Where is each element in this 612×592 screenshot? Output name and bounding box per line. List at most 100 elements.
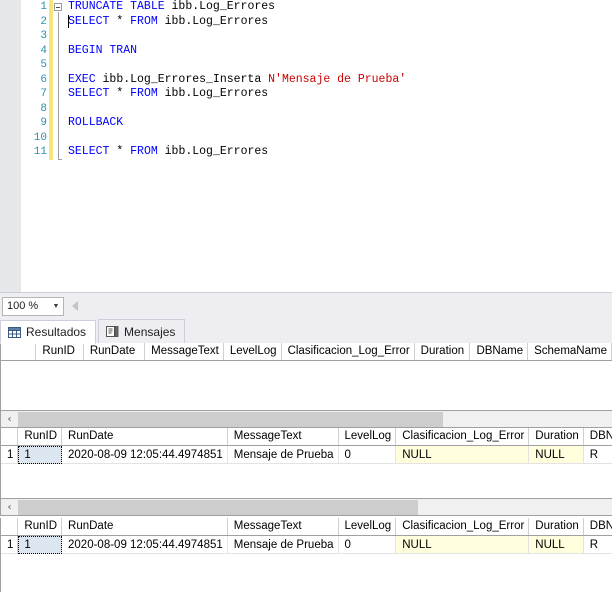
zoom-level-value: 100 % — [3, 300, 49, 312]
table-cell[interactable]: NULL — [529, 446, 583, 464]
column-header[interactable]: DBName — [470, 343, 528, 361]
column-header[interactable]: RunID — [18, 428, 62, 446]
table-cell[interactable]: NULL — [396, 536, 529, 554]
column-header[interactable]: Duration — [529, 428, 583, 446]
hscroll-1-track[interactable] — [443, 412, 612, 427]
grid-corner-cell[interactable] — [1, 518, 18, 536]
column-header[interactable]: SchemaName — [528, 343, 612, 361]
code-token: * — [109, 15, 130, 28]
editor-text-area[interactable]: TRUNCATE TABLE ibb.Log_ErroresSELECT * F… — [65, 0, 612, 292]
column-header[interactable]: Duration — [414, 343, 470, 361]
line-number: 3 — [21, 29, 47, 44]
column-header[interactable]: RunDate — [62, 428, 228, 446]
code-line[interactable] — [68, 58, 612, 73]
code-token: SELECT — [68, 15, 109, 28]
code-token: FROM — [130, 145, 158, 158]
scroll-left-arrow-icon[interactable]: ‹ — [1, 499, 18, 515]
column-header[interactable]: RunDate — [62, 518, 228, 536]
table-cell[interactable]: Mensaje de Prueba — [227, 446, 338, 464]
code-line[interactable]: EXEC ibb.Log_Errores_Inserta N'Mensaje d… — [68, 73, 612, 88]
column-header[interactable]: RunID — [36, 343, 83, 361]
scroll-left-arrow-icon[interactable]: ‹ — [1, 411, 18, 427]
line-number: 10 — [21, 131, 47, 146]
code-line[interactable] — [68, 102, 612, 117]
table-cell[interactable]: 2020-08-09 12:05:44.4974851 — [62, 446, 228, 464]
table-cell[interactable]: 1 — [18, 446, 62, 464]
code-line[interactable]: ROLLBACK — [68, 116, 612, 131]
column-header[interactable]: MessageText — [227, 428, 338, 446]
results-grid-1[interactable]: RunIDRunDateMessageTextLevelLogClasifica… — [0, 343, 612, 410]
row-header-cell[interactable]: 1 — [1, 536, 18, 554]
column-header[interactable]: Clasificacion_Log_Error — [396, 428, 529, 446]
table-cell[interactable]: NULL — [396, 446, 529, 464]
results-grid-2-table[interactable]: RunIDRunDateMessageTextLevelLogClasifica… — [1, 428, 612, 464]
table-cell[interactable]: Mensaje de Prueba — [227, 536, 338, 554]
code-line[interactable]: SELECT * FROM ibb.Log_Errores — [68, 145, 612, 160]
zoom-level-combobox[interactable]: 100 % ▼ — [2, 297, 64, 316]
editor-status-zoom-bar: 100 % ▼ — [0, 292, 612, 319]
code-token: ibb.Log_Errores — [165, 0, 275, 13]
line-number: 5 — [21, 58, 47, 73]
tab-mensajes[interactable]: Mensajes — [98, 319, 185, 343]
chevron-down-icon[interactable]: ▼ — [49, 303, 63, 310]
results-grid-1-table[interactable]: RunIDRunDateMessageTextLevelLogClasifica… — [1, 343, 612, 361]
hscroll-1[interactable]: ‹ — [0, 410, 612, 428]
results-grid-3-table[interactable]: RunIDRunDateMessageTextLevelLogClasifica… — [1, 518, 612, 554]
column-header[interactable]: LevelLog — [338, 428, 396, 446]
collapse-minus-icon[interactable] — [54, 3, 62, 11]
line-number: 7 — [21, 87, 47, 102]
column-header[interactable]: MessageText — [227, 518, 338, 536]
fold-region-line-icon — [58, 12, 59, 160]
column-header[interactable]: RunDate — [83, 343, 144, 361]
table-cell[interactable]: 0 — [338, 446, 396, 464]
code-token: ROLLBACK — [68, 116, 123, 129]
table-cell[interactable]: NULL — [529, 536, 583, 554]
column-header[interactable]: Clasificacion_Log_Error — [396, 518, 529, 536]
hscroll-1-thumb[interactable] — [18, 412, 443, 427]
table-cell[interactable]: R — [583, 536, 612, 554]
code-line[interactable]: BEGIN TRAN — [68, 44, 612, 59]
hscroll-2-track[interactable] — [418, 500, 612, 515]
results-grid-3-viewport[interactable]: RunIDRunDateMessageTextLevelLogClasifica… — [1, 518, 612, 554]
table-row[interactable]: 112020-08-09 12:05:44.4974851Mensaje de … — [1, 446, 612, 464]
code-line[interactable] — [68, 131, 612, 146]
editor-line-number-gutter: 1234567891011 — [21, 0, 49, 160]
code-line[interactable]: SELECT * FROM ibb.Log_Errores — [68, 15, 612, 30]
results-grid-1-viewport[interactable]: RunIDRunDateMessageTextLevelLogClasifica… — [1, 343, 612, 361]
editor-fold-column[interactable] — [53, 0, 65, 292]
row-header-cell[interactable]: 1 — [1, 446, 18, 464]
column-header[interactable]: LevelLog — [338, 518, 396, 536]
grid-corner-cell[interactable] — [1, 428, 18, 446]
table-cell[interactable]: R — [583, 446, 612, 464]
line-number: 1 — [21, 0, 47, 15]
column-header[interactable]: DBName — [583, 518, 612, 536]
table-cell[interactable]: 2020-08-09 12:05:44.4974851 — [62, 536, 228, 554]
scroll-left-triangle-icon[interactable] — [72, 301, 78, 311]
messages-icon — [106, 325, 119, 338]
results-grid-3[interactable]: RunIDRunDateMessageTextLevelLogClasifica… — [0, 518, 612, 592]
column-header[interactable]: LevelLog — [223, 343, 281, 361]
table-cell[interactable]: 0 — [338, 536, 396, 554]
tab-mensajes-label: Mensajes — [124, 325, 175, 339]
results-grid-2-viewport[interactable]: RunIDRunDateMessageTextLevelLogClasifica… — [1, 428, 612, 464]
editor-indicator-margin[interactable] — [0, 0, 21, 292]
code-line[interactable]: SELECT * FROM ibb.Log_Errores — [68, 87, 612, 102]
table-row[interactable]: 112020-08-09 12:05:44.4974851Mensaje de … — [1, 536, 612, 554]
column-header[interactable]: Duration — [529, 518, 583, 536]
sql-code-editor[interactable]: 1234567891011 TRUNCATE TABLE ibb.Log_Err… — [0, 0, 612, 292]
code-token: FROM — [130, 87, 158, 100]
hscroll-2-thumb[interactable] — [18, 500, 418, 515]
column-header[interactable]: RunID — [18, 518, 62, 536]
tab-resultados[interactable]: Resultados — [0, 320, 96, 344]
results-grid-2[interactable]: RunIDRunDateMessageTextLevelLogClasifica… — [0, 428, 612, 498]
text-caret-icon — [68, 15, 69, 28]
column-header[interactable]: DBName — [583, 428, 612, 446]
code-line[interactable]: TRUNCATE TABLE ibb.Log_Errores — [68, 0, 612, 15]
grid-corner-cell[interactable] — [1, 343, 36, 361]
table-cell[interactable]: 1 — [18, 536, 62, 554]
column-header[interactable]: Clasificacion_Log_Error — [281, 343, 414, 361]
code-line[interactable] — [68, 29, 612, 44]
code-token: EXEC — [68, 73, 96, 86]
column-header[interactable]: MessageText — [145, 343, 224, 361]
hscroll-2[interactable]: ‹ — [0, 498, 612, 516]
